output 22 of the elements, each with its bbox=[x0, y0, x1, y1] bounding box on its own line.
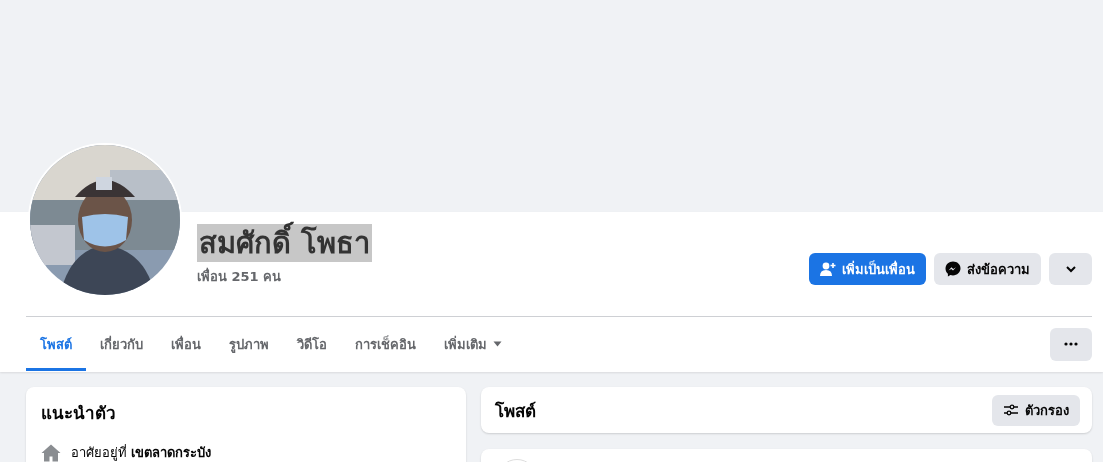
more-icon bbox=[1064, 342, 1078, 346]
friend-count: เพื่อน 251 คน bbox=[197, 266, 283, 286]
chevron-down-icon bbox=[1064, 265, 1077, 273]
add-person-icon bbox=[820, 262, 836, 276]
more-options-button[interactable] bbox=[1050, 327, 1092, 361]
tab[interactable]: เพิ่มเติม bbox=[430, 317, 516, 371]
add-friend-button[interactable]: เพิ่มเป็นเพื่อน bbox=[809, 253, 926, 285]
tab[interactable]: การเช็คอิน bbox=[341, 317, 430, 371]
send-message-button[interactable]: ส่งข้อความ bbox=[934, 253, 1041, 285]
tab[interactable]: วิดีโอ bbox=[283, 317, 341, 371]
tab[interactable]: เพื่อน bbox=[157, 317, 215, 371]
card-title: โพสต์ bbox=[495, 399, 536, 423]
tab[interactable]: รูปภาพ bbox=[215, 317, 283, 371]
home-icon bbox=[41, 443, 61, 462]
caret-icon bbox=[493, 341, 502, 347]
filter-icon bbox=[1003, 404, 1019, 416]
residence-text: อาศัยอยู่ที่ เขตลาดกระบัง bbox=[71, 443, 212, 462]
messenger-icon bbox=[945, 261, 961, 277]
card-title: แนะนำตัว bbox=[41, 402, 117, 425]
tab[interactable]: เกี่ยวกับ bbox=[86, 317, 157, 371]
tab[interactable]: โพสต์ bbox=[26, 317, 86, 371]
filter-button[interactable]: ตัวกรอง bbox=[992, 394, 1080, 426]
